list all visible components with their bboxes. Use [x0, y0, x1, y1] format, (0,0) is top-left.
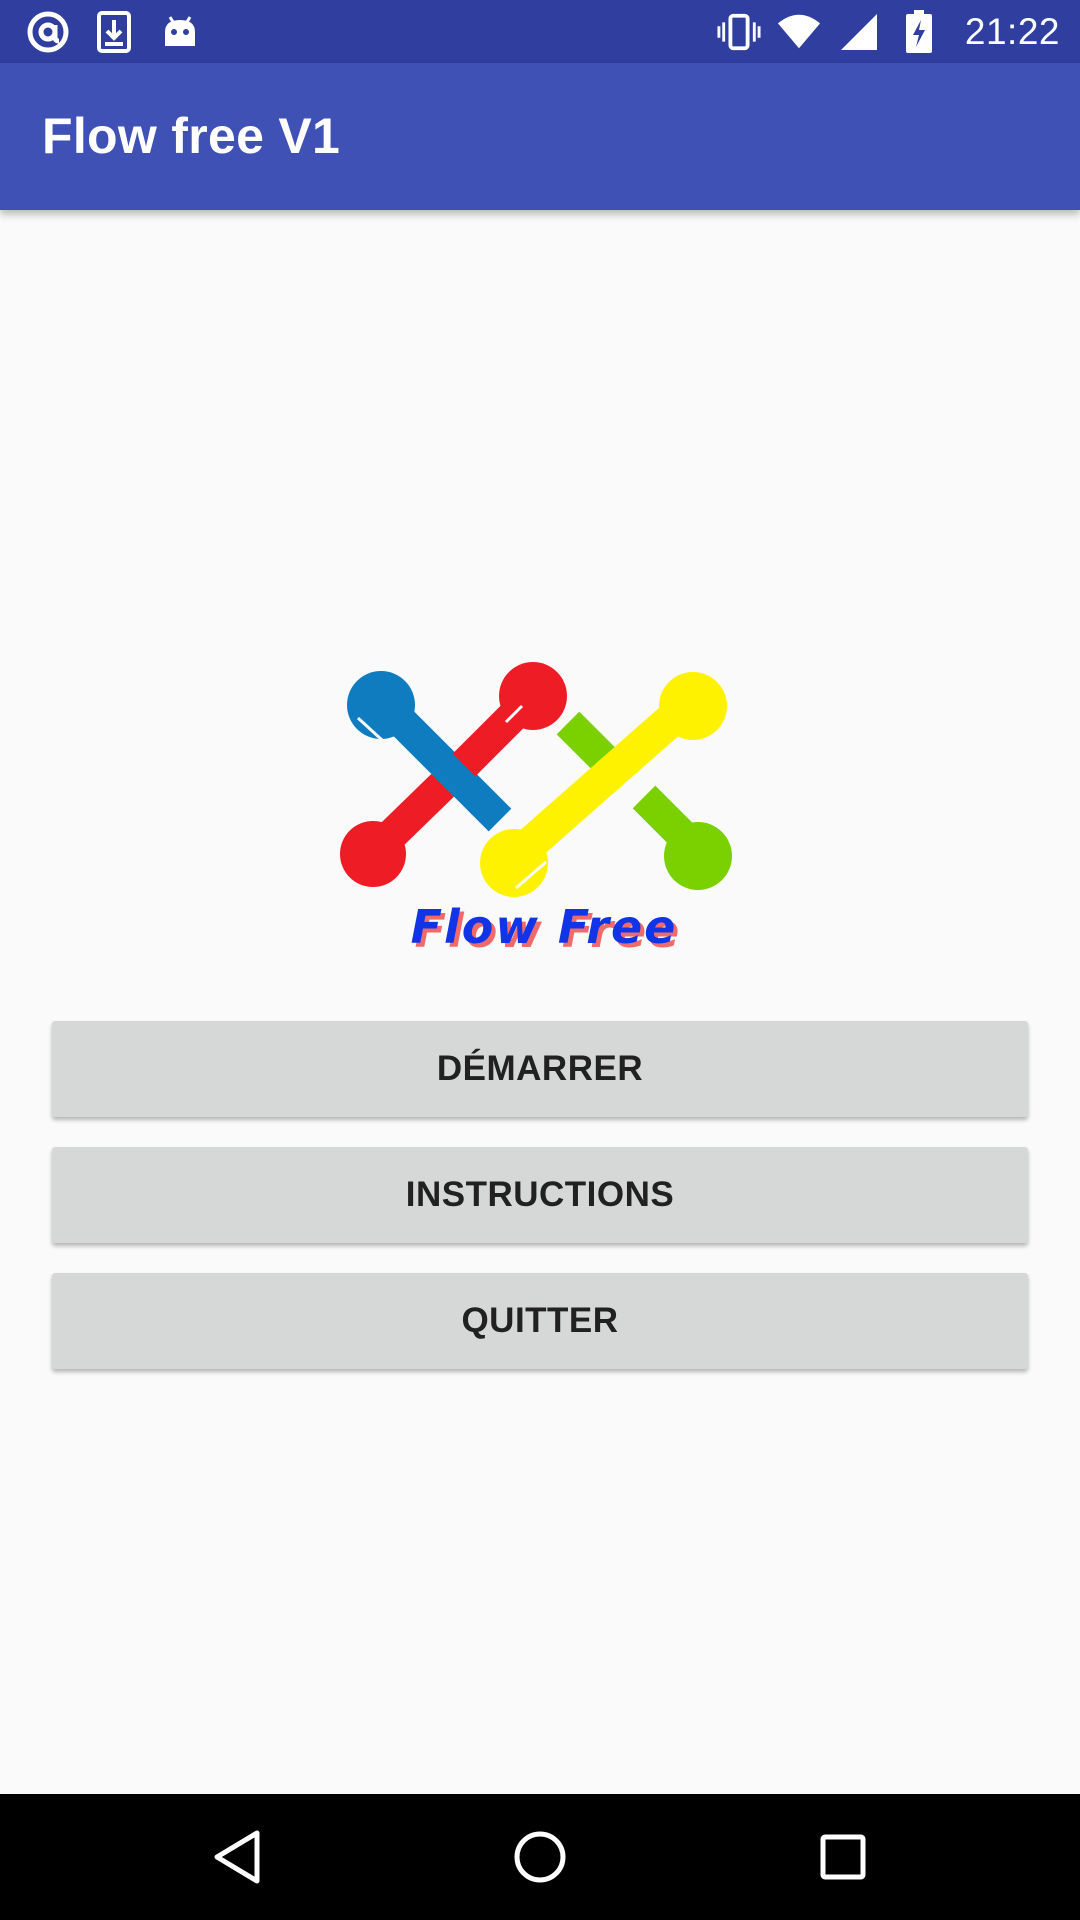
start-button[interactable]: DÉMARRER — [52, 1021, 1028, 1117]
screen: 21:22 Flow free V1 Flow Free Flow Free D… — [0, 0, 1080, 1920]
status-bar: 21:22 — [0, 0, 1080, 63]
home-icon[interactable] — [500, 1817, 580, 1897]
navigation-bar — [0, 1794, 1080, 1920]
back-icon[interactable] — [197, 1817, 277, 1897]
vibrate-icon — [717, 10, 761, 54]
status-time: 21:22 — [964, 11, 1060, 52]
instructions-button[interactable]: INSTRUCTIONS — [52, 1147, 1028, 1243]
quit-button[interactable]: QUITTER — [52, 1273, 1028, 1369]
signal-icon — [837, 10, 881, 54]
app-bar: Flow free V1 — [0, 63, 1080, 210]
android-icon — [158, 10, 202, 54]
recents-icon[interactable] — [803, 1817, 883, 1897]
flow-free-logo: Flow Free Flow Free — [336, 650, 746, 960]
notification-icons — [26, 8, 202, 56]
wifi-icon — [777, 10, 821, 54]
app-title: Flow free V1 — [42, 108, 341, 164]
system-status-icons: 21:22 — [717, 8, 1060, 56]
battery-charging-icon — [897, 10, 941, 54]
download-icon — [92, 10, 136, 54]
logo-wordmark: Flow Free — [411, 900, 678, 954]
at-sign-icon — [26, 10, 70, 54]
